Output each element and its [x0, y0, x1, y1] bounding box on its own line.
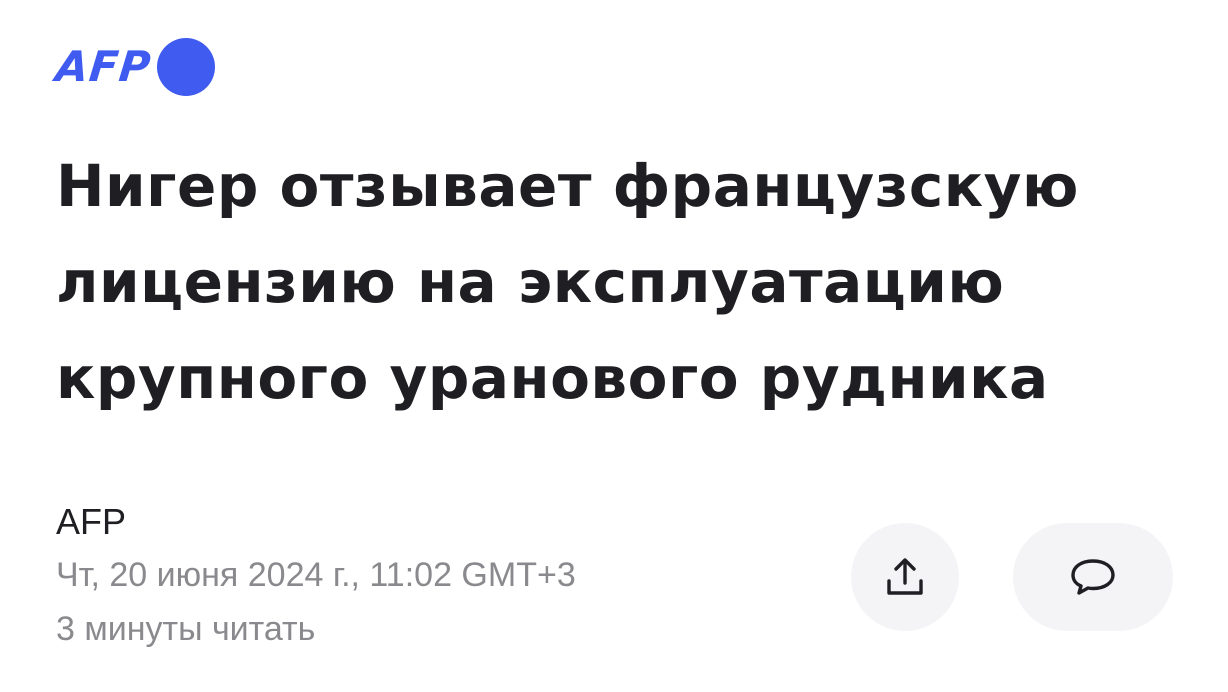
article-source[interactable]: AFP [56, 496, 576, 548]
article-headline: Нигер отзывает французскую лицензию на э… [56, 152, 1079, 412]
article-meta: AFP Чт, 20 июня 2024 г., 11:02 GMT+3 3 м… [56, 496, 576, 656]
share-button[interactable] [851, 523, 959, 631]
comment-icon [1068, 555, 1118, 599]
share-icon [881, 553, 929, 601]
afp-logo[interactable]: AFP [53, 38, 215, 96]
logo-dot-icon [156, 38, 215, 96]
article-read-time: 3 минуты читать [56, 610, 316, 648]
article-date: Чт, 20 июня 2024 г., 11:02 GMT+3 [56, 556, 576, 594]
logo-text: AFP [53, 42, 154, 91]
comment-button[interactable] [1013, 523, 1173, 631]
